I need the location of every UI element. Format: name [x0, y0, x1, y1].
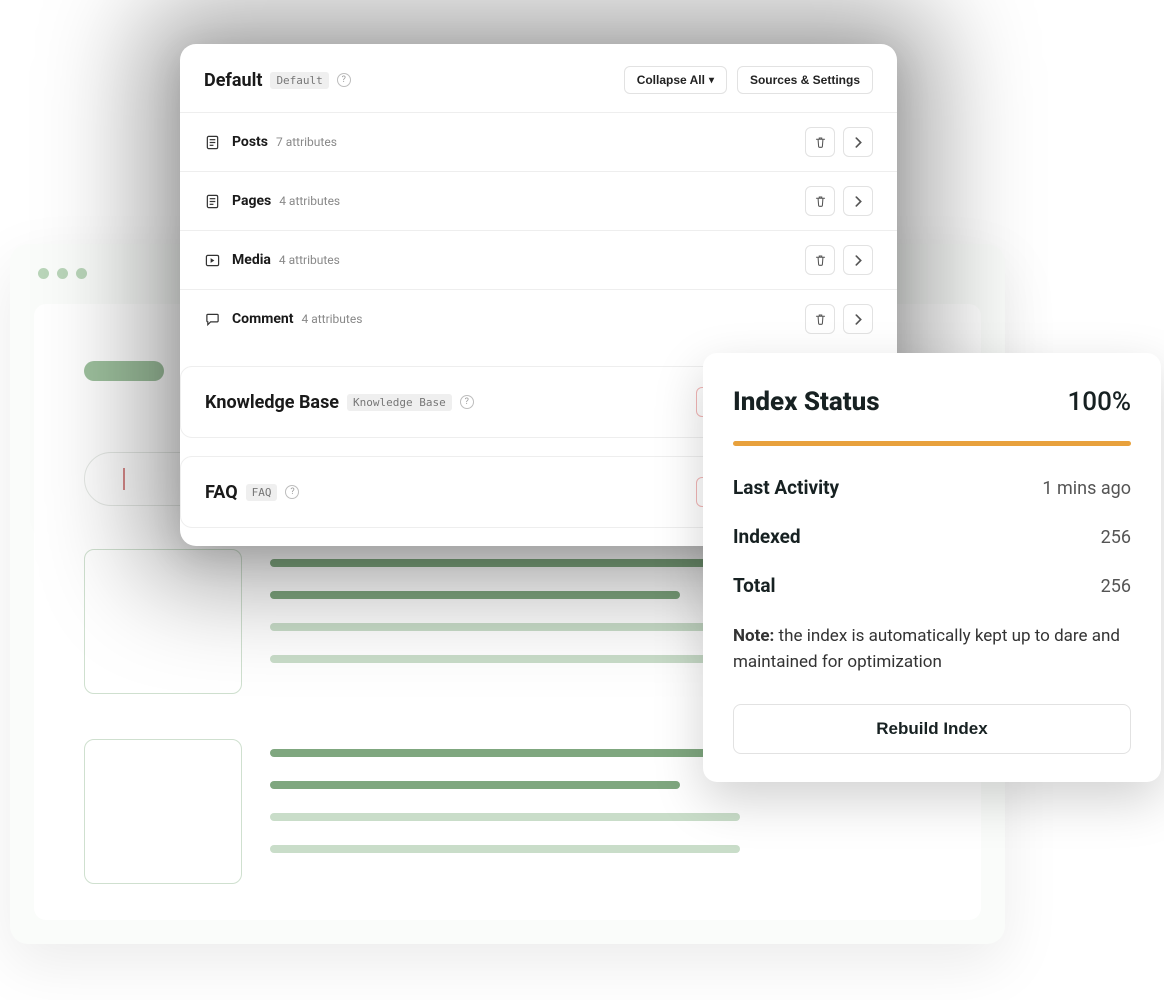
expand-button[interactable]: [843, 245, 873, 275]
document-icon: [204, 193, 220, 209]
item-attributes: 4 attributes: [279, 194, 340, 208]
expand-button[interactable]: [843, 127, 873, 157]
last-activity-label: Last Activity: [733, 476, 839, 499]
status-note: Note: the index is automatically kept up…: [733, 623, 1131, 676]
rebuild-index-button[interactable]: Rebuild Index: [733, 704, 1131, 754]
total-label: Total: [733, 574, 776, 597]
item-attributes: 7 attributes: [276, 135, 337, 149]
collapse-all-button[interactable]: Collapse All ▾: [624, 66, 727, 94]
item-name: Media: [232, 252, 271, 268]
document-icon: [204, 134, 220, 150]
help-icon[interactable]: ?: [285, 485, 299, 499]
group-badge: FAQ: [246, 484, 278, 501]
sources-settings-button[interactable]: Sources & Settings: [737, 66, 873, 94]
button-label: Collapse All: [637, 73, 705, 87]
item-row-media[interactable]: Media 4 attributes: [180, 231, 897, 290]
item-name: Pages: [232, 193, 271, 209]
button-label: Sources & Settings: [750, 73, 860, 87]
group-badge: Default: [270, 72, 328, 89]
media-icon: [204, 252, 220, 268]
status-title: Index Status: [733, 387, 880, 417]
last-activity-value: 1 mins ago: [1042, 478, 1131, 499]
item-row-pages[interactable]: Pages 4 attributes: [180, 172, 897, 231]
item-name: Posts: [232, 134, 268, 150]
note-bold: Note:: [733, 626, 774, 646]
result-thumbnail: [84, 739, 242, 884]
chevron-down-icon: ▾: [709, 75, 714, 86]
item-name: Comment: [232, 311, 293, 327]
item-attributes: 4 attributes: [279, 253, 340, 267]
group-title: FAQ: [205, 482, 238, 503]
delete-button[interactable]: [805, 186, 835, 216]
expand-button[interactable]: [843, 304, 873, 334]
group-title: Knowledge Base: [205, 392, 339, 413]
comment-icon: [204, 311, 220, 327]
window-traffic-lights: [38, 268, 87, 279]
group-items-list: Posts 7 attributes Pages 4 attributes: [180, 112, 897, 348]
delete-button[interactable]: [805, 127, 835, 157]
expand-button[interactable]: [843, 186, 873, 216]
delete-button[interactable]: [805, 304, 835, 334]
group-header-default: Default Default ? Collapse All ▾ Sources…: [180, 44, 897, 112]
total-value: 256: [1101, 576, 1131, 597]
item-attributes: 4 attributes: [301, 312, 362, 326]
placeholder-chip: [84, 361, 164, 381]
progress-bar: [733, 441, 1131, 446]
delete-button[interactable]: [805, 245, 835, 275]
result-thumbnail: [84, 549, 242, 694]
indexed-label: Indexed: [733, 525, 801, 548]
help-icon[interactable]: ?: [460, 395, 474, 409]
help-icon[interactable]: ?: [337, 73, 351, 87]
group-badge: Knowledge Base: [347, 394, 452, 411]
group-title: Default: [204, 70, 262, 91]
index-status-card: Index Status 100% Last Activity 1 mins a…: [703, 353, 1161, 782]
item-row-comment[interactable]: Comment 4 attributes: [180, 290, 897, 348]
indexed-value: 256: [1101, 527, 1131, 548]
note-body: the index is automatically kept up to da…: [733, 626, 1120, 672]
status-percent: 100%: [1068, 387, 1131, 417]
item-row-posts[interactable]: Posts 7 attributes: [180, 113, 897, 172]
text-cursor: [123, 468, 125, 490]
